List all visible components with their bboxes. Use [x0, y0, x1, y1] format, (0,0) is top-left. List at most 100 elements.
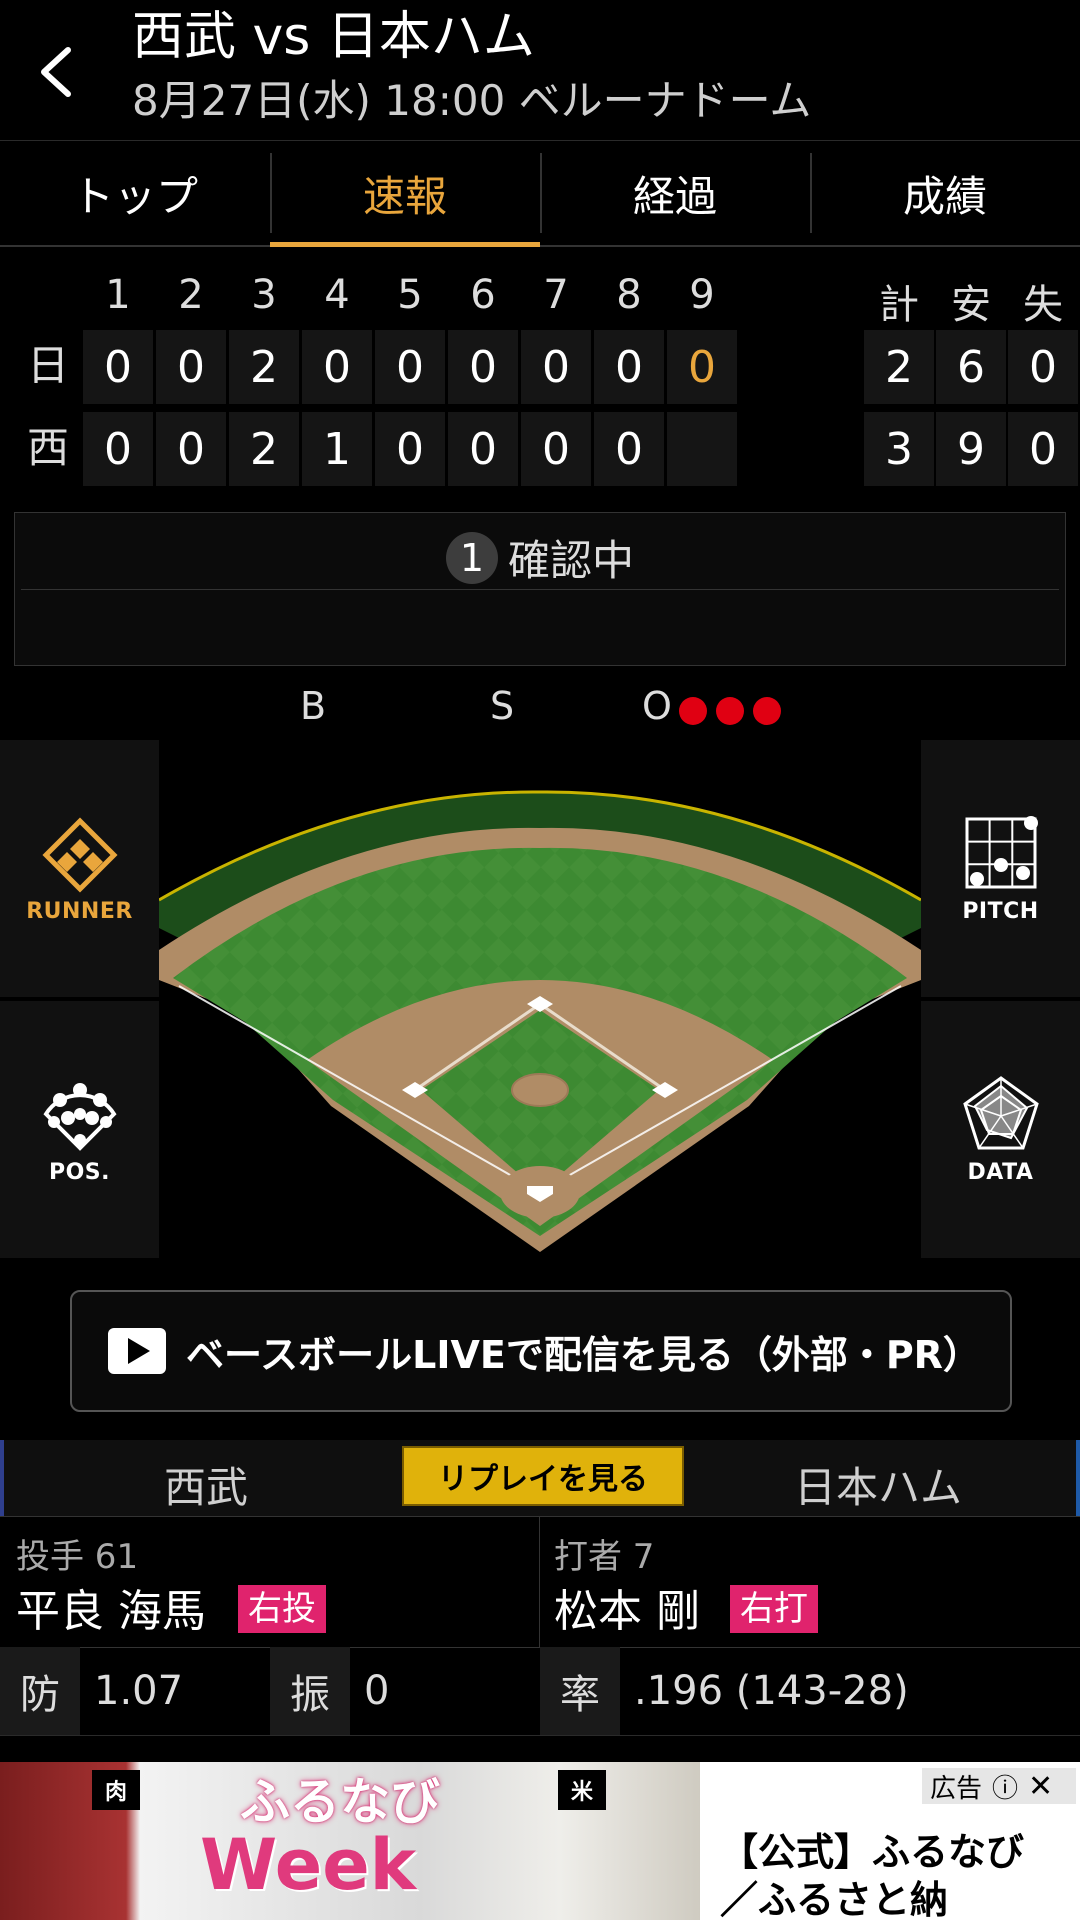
strikeout-label: 振	[270, 1647, 350, 1735]
pitch-label: PITCH	[962, 899, 1039, 924]
inning-score	[667, 412, 737, 486]
inning-score: 0	[83, 330, 153, 404]
away-team-name: 日本ハム	[794, 1463, 963, 1512]
inning-score: 0	[375, 330, 445, 404]
ad-tag-text: 広告	[930, 1773, 983, 1804]
inning-score: 1	[302, 412, 372, 486]
out-dot	[753, 697, 781, 725]
total-hits: 9	[936, 412, 1006, 486]
inning-score: 2	[229, 412, 299, 486]
tab-stats[interactable]: 成績	[810, 141, 1080, 245]
scoreboard: 1 2 3 4 5 6 7 8 9 計 安 失 日 0 0 2 0 0 0 0 …	[0, 248, 1080, 498]
baseball-field	[159, 790, 921, 1252]
ad-text: 【公式】ふるなび／ふるさと納	[720, 1830, 1025, 1920]
divider	[21, 589, 1059, 590]
tab-live[interactable]: 速報	[270, 141, 540, 247]
pitcher-card[interactable]: 投手 61 平良 海馬 右投	[0, 1517, 540, 1647]
team-abbr: 日	[26, 341, 69, 390]
position-icon	[42, 1083, 117, 1151]
pitch-icon	[965, 816, 1038, 889]
inning-header: 3	[251, 272, 277, 318]
inning-score-current: 0	[667, 330, 737, 404]
total-errors: 0	[1008, 330, 1078, 404]
ad-banner[interactable]: 肉 米 ふるなび Week 広告 ⓘ ✕ 【公式】ふるなび／ふるさと納	[0, 1762, 1080, 1920]
back-icon[interactable]	[30, 40, 86, 104]
tab-top[interactable]: トップ	[0, 141, 270, 245]
avg-value: .196 (143-28)	[634, 1668, 909, 1714]
era-value: 1.07	[94, 1668, 184, 1714]
player-stats: 防 1.07 振 0 率 .196 (143-28)	[0, 1647, 1080, 1736]
ad-category: 米	[558, 1770, 606, 1810]
inning-header: 5	[397, 272, 423, 318]
strike-count-label: S	[490, 684, 515, 728]
ad-info-icon[interactable]: ⓘ	[992, 1768, 1018, 1805]
batter-name: 松本 剛	[554, 1586, 700, 1637]
home-team-name: 西武	[164, 1463, 249, 1512]
field-panel: RUNNER POS. PITCH DATA	[0, 740, 1080, 1258]
inning-score: 0	[375, 412, 445, 486]
batter-role: 打者 7	[554, 1537, 655, 1577]
runner-label: RUNNER	[26, 899, 133, 924]
play-number-badge: 1	[445, 531, 498, 584]
matchup-bar: 西武 リプレイを見る 日本ハム	[0, 1440, 1080, 1516]
inning-score: 0	[83, 412, 153, 486]
inning-score: 0	[594, 330, 664, 404]
avg-label: 率	[540, 1647, 620, 1735]
data-button[interactable]: DATA	[921, 1001, 1080, 1258]
runner-button[interactable]: RUNNER	[0, 740, 159, 997]
errors-header: 失	[1023, 282, 1063, 328]
current-players: 投手 61 平良 海馬 右投 打者 7 松本 剛 右打	[0, 1516, 1080, 1648]
throwing-hand-badge: 右投	[238, 1585, 326, 1633]
tab-bar: トップ 速報 経過 成績	[0, 141, 1080, 247]
inning-score: 0	[521, 412, 591, 486]
out-dot	[679, 697, 707, 725]
ball-count-label: B	[300, 684, 327, 728]
inning-score: 0	[448, 412, 518, 486]
team-abbr: 西	[26, 423, 69, 472]
page-title: 西武 vs 日本ハム	[132, 7, 535, 67]
runner-icon	[41, 817, 118, 893]
replay-button[interactable]: リプレイを見る	[402, 1446, 684, 1506]
out-dot	[716, 697, 744, 725]
position-button[interactable]: POS.	[0, 1001, 159, 1258]
header: 西武 vs 日本ハム 8月27日(水) 18:00 ベルーナドーム	[0, 0, 1080, 141]
watch-live-button[interactable]: ベースボールLIVEで配信を見る（外部・PR）	[70, 1290, 1012, 1412]
inning-header: 8	[616, 272, 642, 318]
play-status: 1 確認中	[15, 527, 1065, 588]
total-errors: 0	[1008, 412, 1078, 486]
total-runs-header: 計	[879, 282, 919, 328]
position-label: POS.	[48, 1160, 111, 1185]
pitcher-role: 投手 61	[16, 1537, 139, 1577]
total-hits: 6	[936, 330, 1006, 404]
radar-chart-icon	[962, 1076, 1039, 1150]
batter-card[interactable]: 打者 7 松本 剛 右打	[540, 1517, 1079, 1647]
batting-hand-badge: 右打	[730, 1585, 818, 1633]
watch-live-label: ベースボールLIVEで配信を見る（外部・PR）	[186, 1332, 981, 1377]
ad-category: 肉	[92, 1770, 140, 1810]
inning-header: 6	[470, 272, 496, 318]
inning-score: 0	[156, 412, 226, 486]
pitch-button[interactable]: PITCH	[921, 740, 1080, 997]
inning-header: 9	[689, 272, 715, 318]
pitcher-name: 平良 海馬	[16, 1586, 206, 1637]
close-icon[interactable]: ✕	[1028, 1769, 1053, 1804]
game-info: 8月27日(水) 18:00 ベルーナドーム	[132, 76, 812, 125]
play-status-text: 確認中	[507, 536, 634, 585]
inning-header: 1	[105, 272, 131, 318]
total-runs: 3	[864, 412, 934, 486]
inning-score: 0	[448, 330, 518, 404]
play-icon	[108, 1328, 166, 1374]
era-label: 防	[0, 1647, 80, 1735]
inning-score: 0	[521, 330, 591, 404]
ad-week-logo: Week	[200, 1824, 417, 1906]
inning-header: 4	[324, 272, 350, 318]
inning-score: 0	[156, 330, 226, 404]
data-label: DATA	[967, 1160, 1034, 1185]
tab-progress[interactable]: 経過	[540, 141, 810, 245]
play-description: 1 確認中	[14, 512, 1066, 666]
ad-label[interactable]: 広告 ⓘ ✕	[922, 1768, 1076, 1804]
inning-header: 2	[178, 272, 204, 318]
inning-header: 7	[543, 272, 569, 318]
inning-score: 2	[229, 330, 299, 404]
strikeout-value: 0	[364, 1668, 390, 1714]
